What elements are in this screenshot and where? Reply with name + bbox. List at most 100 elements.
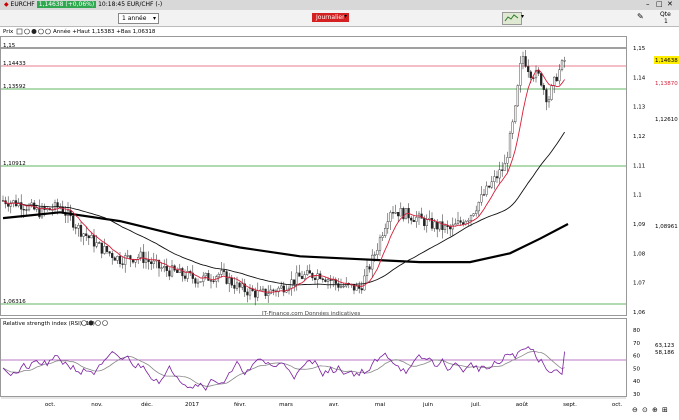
candle-body xyxy=(147,259,150,262)
time-tick-label: avr. xyxy=(329,402,339,408)
candle-body xyxy=(399,207,402,217)
legend-close-icon[interactable] xyxy=(31,29,37,34)
candle-body xyxy=(495,176,499,179)
rsi-tag-2: 58,186 xyxy=(655,350,675,356)
candle-body xyxy=(410,217,413,221)
candle-body xyxy=(235,282,239,289)
candle-body xyxy=(412,219,415,222)
chart-type-chevron-icon[interactable]: ▾ xyxy=(521,13,524,20)
candle-body xyxy=(521,56,525,64)
period-select[interactable]: 1 année ▾ xyxy=(118,13,159,24)
candle-body xyxy=(501,169,504,171)
candle-body xyxy=(454,223,457,226)
candle-body xyxy=(308,270,311,274)
candle-body xyxy=(378,237,382,251)
candle-body xyxy=(74,227,77,229)
candle-body xyxy=(337,283,340,288)
price-tick-label: 1,08 xyxy=(633,251,646,257)
candle-body xyxy=(493,176,496,183)
candle-body xyxy=(342,286,345,288)
rsi-tick-label: 70 xyxy=(633,341,640,347)
time-tick-label: 2017 xyxy=(185,402,199,408)
candle-body xyxy=(449,226,452,230)
candle-body xyxy=(139,251,142,258)
period-select-value: 1 année xyxy=(122,15,147,22)
price-tick-label: 1,13 xyxy=(633,105,646,111)
candle-body xyxy=(306,270,309,275)
candle-body xyxy=(415,217,418,222)
candle-body xyxy=(550,85,553,100)
candle-body xyxy=(313,277,317,280)
ma-slow-tag: 1,08961 xyxy=(655,224,678,230)
candle-body xyxy=(142,251,145,263)
level-label-bottom: 1,06316 xyxy=(3,299,26,305)
legend-box-icon[interactable] xyxy=(16,28,23,35)
zoom-out-icon[interactable]: ⊖ xyxy=(632,406,638,414)
settings-icon[interactable]: ✎ xyxy=(637,12,644,21)
candle-body xyxy=(298,272,301,277)
candle-body xyxy=(508,133,512,158)
interval-label: Journalier xyxy=(316,14,345,21)
zoom-reset-icon[interactable]: ⊙ xyxy=(642,406,648,414)
rsi-close-icon[interactable] xyxy=(88,320,94,326)
candle-body xyxy=(360,288,363,291)
candle-body xyxy=(477,201,480,212)
legend-settings-icon[interactable] xyxy=(38,28,44,35)
qte-value[interactable]: 1 xyxy=(664,18,668,25)
legend-circle-icon[interactable] xyxy=(24,28,30,35)
candle-body xyxy=(152,260,155,264)
price-tick-label: 1,1 xyxy=(633,193,642,199)
candle-body xyxy=(116,256,119,261)
candle-body xyxy=(529,71,532,79)
chart-toolbar: 1 année ▾ Journalier ▾ ▾ ✎ Qte 1 xyxy=(0,10,679,27)
candle-body xyxy=(181,268,184,277)
candle-body xyxy=(519,63,522,86)
candle-body xyxy=(365,266,369,277)
qte-label: Qte xyxy=(660,11,671,18)
zoom-controls[interactable]: ⊖ ⊙ ⊕ ⊞ xyxy=(632,406,668,414)
rsi-tick-label: 80 xyxy=(633,328,640,334)
window-title: ◆ EURCHF 1,14638 (+0,06%) 10:18:45 EUR/C… xyxy=(4,1,162,8)
candle-body xyxy=(118,256,122,265)
candle-body xyxy=(82,233,85,237)
legend-tool-icons[interactable] xyxy=(16,28,51,35)
fit-icon[interactable]: ⊞ xyxy=(662,406,668,414)
candle-body xyxy=(386,221,389,229)
price-tick-label: 1,09 xyxy=(633,222,646,228)
candle-body xyxy=(527,66,530,73)
chart-type-icon[interactable] xyxy=(502,12,522,25)
candle-body xyxy=(199,281,202,283)
zoom-in-icon[interactable]: ⊕ xyxy=(652,406,658,414)
rsi-options-icon[interactable] xyxy=(102,320,108,326)
candle-body xyxy=(300,276,304,279)
candle-body xyxy=(498,169,501,179)
candle-body xyxy=(482,194,486,196)
price-tick-label: 1,11 xyxy=(633,163,645,169)
candle-body xyxy=(456,220,460,224)
legend-info-icon[interactable] xyxy=(45,28,51,35)
candle-body xyxy=(545,89,548,103)
price-badge: 1,14638 (+0,06%) xyxy=(36,1,97,8)
maximize-icon[interactable]: □ xyxy=(656,0,663,8)
rsi-settings-icon[interactable] xyxy=(95,320,101,326)
candle-body xyxy=(558,69,561,82)
last-price-tag-text: 1,14638 xyxy=(655,58,678,64)
level-label-top: 1,15 xyxy=(3,43,16,49)
candle-body xyxy=(248,288,252,296)
candle-body xyxy=(79,224,83,237)
chart-area[interactable]: Prix Année +Haut 1,15383 +Bas 1,06318 1,… xyxy=(0,26,679,420)
rsi-info-icon[interactable] xyxy=(81,320,87,326)
candle-body xyxy=(542,85,545,90)
level-label-pink: 1,14433 xyxy=(3,61,26,67)
candle-body xyxy=(90,234,93,239)
candle-body xyxy=(126,255,129,257)
candle-body xyxy=(368,266,371,270)
close-icon[interactable]: ✕ xyxy=(667,0,673,8)
interval-chevron-icon[interactable]: ▾ xyxy=(344,13,347,20)
minimize-icon[interactable]: – xyxy=(646,0,650,8)
candle-body xyxy=(339,286,343,288)
candle-body xyxy=(105,245,109,252)
chevron-down-icon: ▾ xyxy=(152,15,156,22)
candle-body xyxy=(467,220,470,222)
candle-body xyxy=(451,224,454,230)
